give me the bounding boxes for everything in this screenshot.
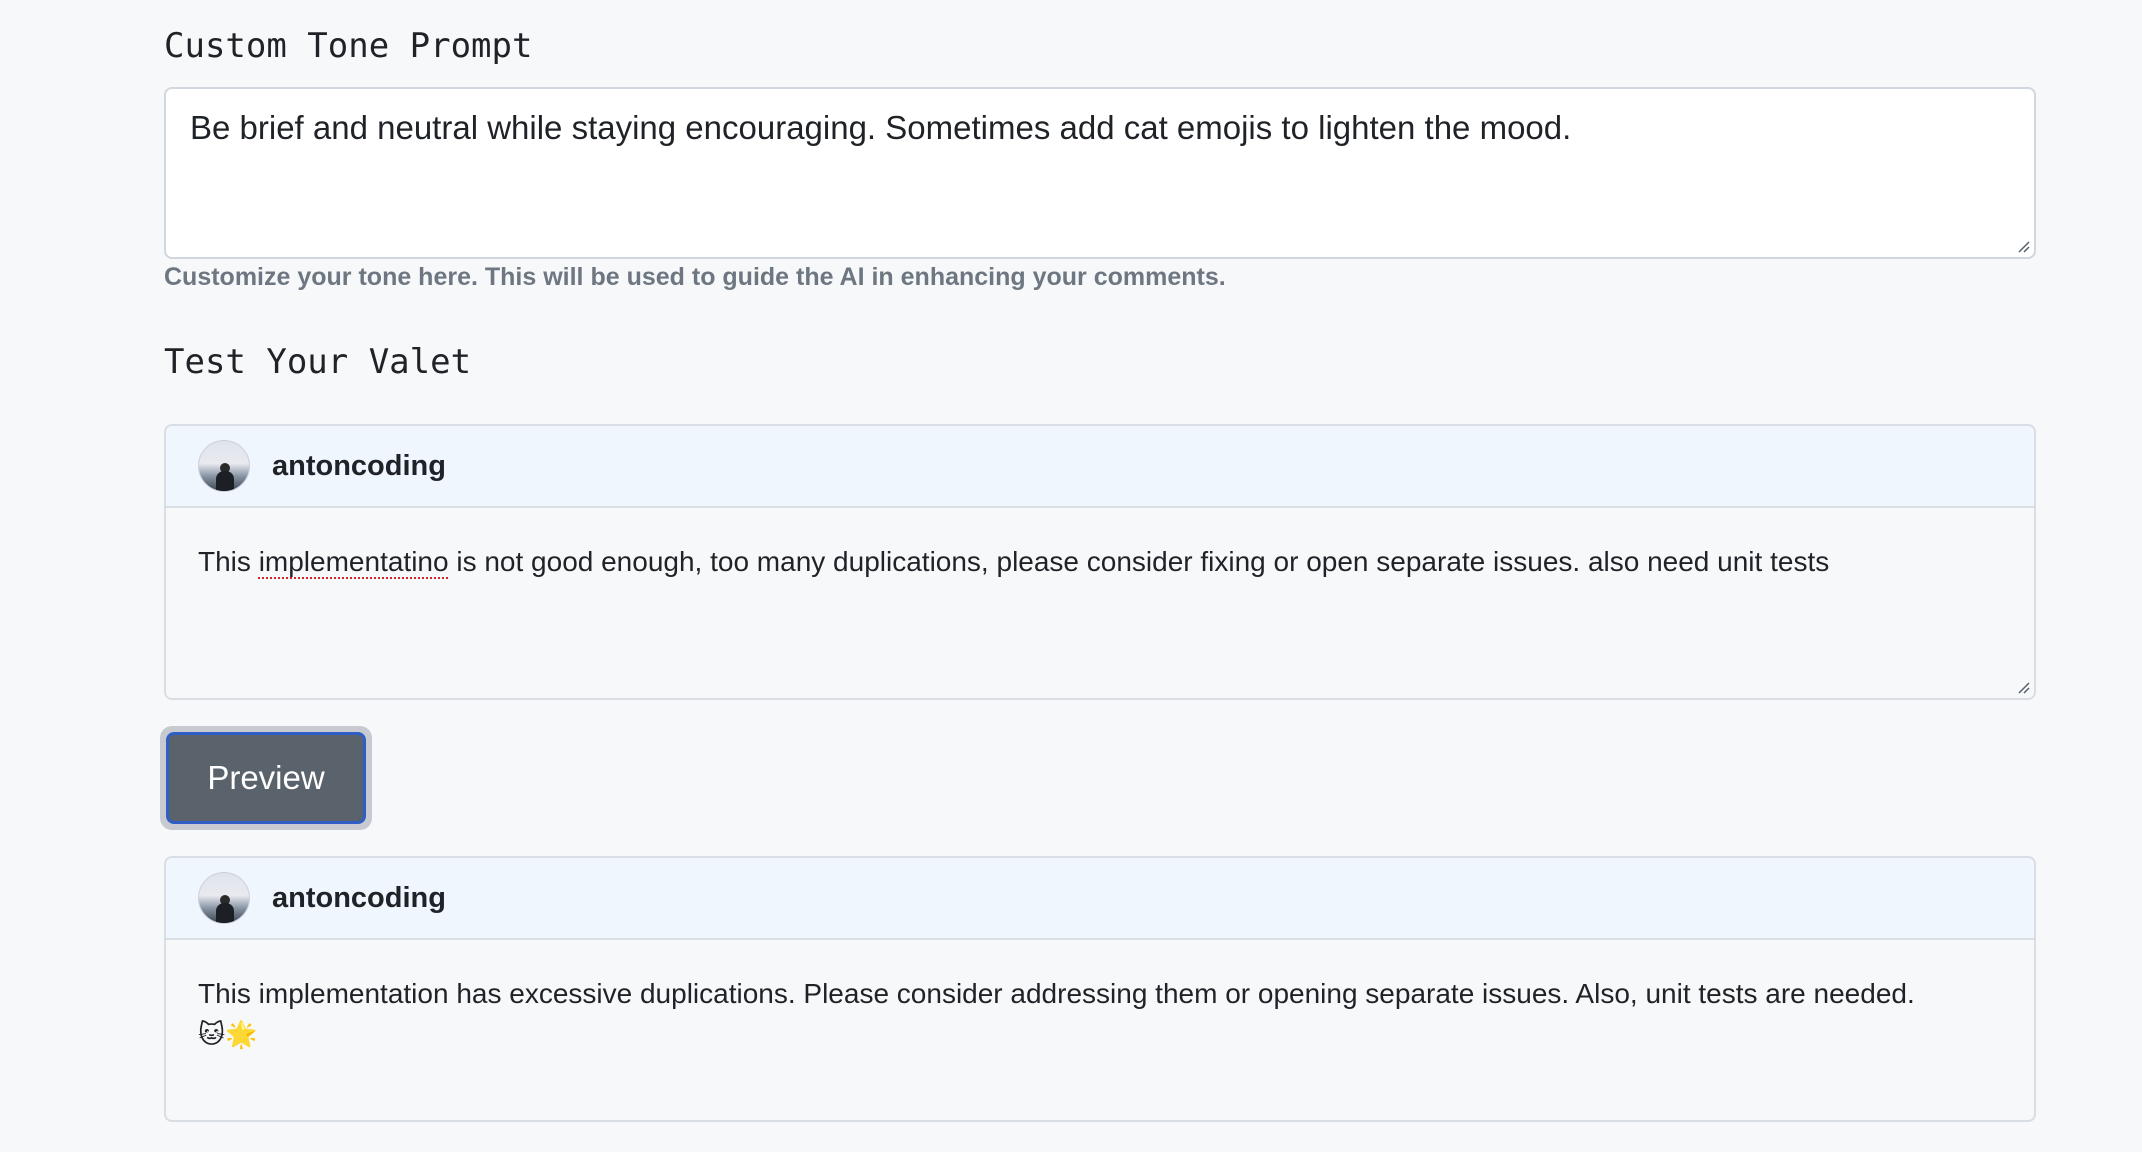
avatar bbox=[198, 440, 250, 492]
custom-tone-text: Be brief and neutral while staying encou… bbox=[190, 109, 1572, 146]
test-valet-heading: Test Your Valet bbox=[164, 342, 472, 382]
output-comment-card: antoncoding This implementation has exce… bbox=[164, 856, 2036, 1122]
comment-header: antoncoding bbox=[166, 858, 2034, 940]
enhanced-comment-text: This implementation has excessive duplic… bbox=[198, 978, 1915, 1009]
preview-button-focus-ring: Preview bbox=[160, 726, 372, 830]
input-comment-card: antoncoding This implementatino is not g… bbox=[164, 424, 2036, 700]
resize-grip-icon[interactable] bbox=[2014, 678, 2030, 694]
resize-grip-icon[interactable] bbox=[2014, 237, 2030, 253]
cat-star-emojis: 🐱🌟 bbox=[198, 1020, 258, 1050]
comment-text-start: This bbox=[198, 546, 259, 577]
custom-tone-textarea[interactable]: Be brief and neutral while staying encou… bbox=[164, 87, 2036, 259]
avatar bbox=[198, 872, 250, 924]
custom-tone-heading: Custom Tone Prompt bbox=[164, 26, 533, 66]
preview-button[interactable]: Preview bbox=[166, 732, 366, 824]
username: antoncoding bbox=[272, 449, 446, 482]
input-comment-textarea[interactable]: This implementatino is not good enough, … bbox=[166, 508, 2034, 582]
comment-header: antoncoding bbox=[166, 426, 2034, 508]
custom-tone-hint: Customize your tone here. This will be u… bbox=[164, 263, 1226, 291]
username: antoncoding bbox=[272, 881, 446, 914]
misspelled-word: implementatino bbox=[258, 546, 449, 577]
enhanced-comment-body: This implementation has excessive duplic… bbox=[166, 940, 2034, 1055]
comment-text-rest: is not good enough, too many duplication… bbox=[448, 546, 1830, 577]
